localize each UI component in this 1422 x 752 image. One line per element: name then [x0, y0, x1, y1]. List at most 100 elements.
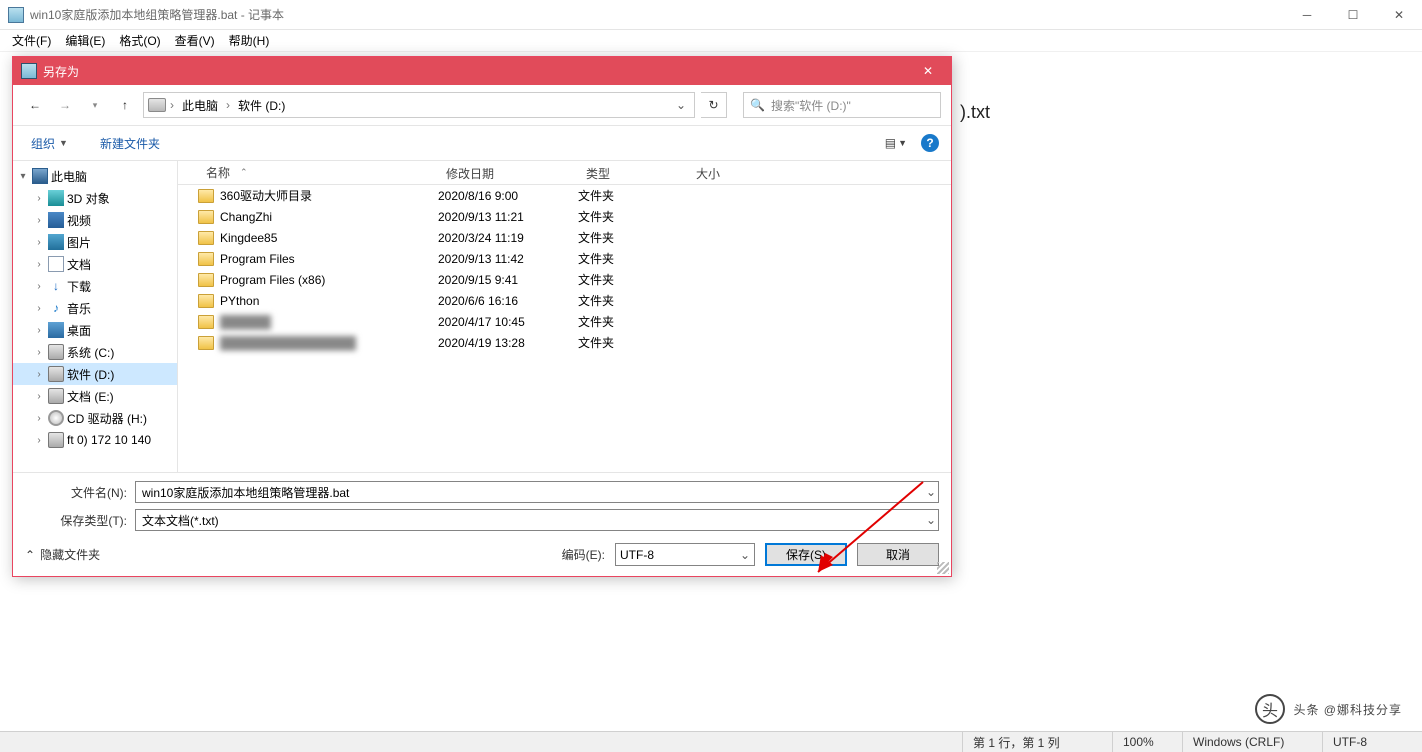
- tree-item[interactable]: › 图片: [13, 231, 177, 253]
- tree-item[interactable]: ›视频: [13, 209, 177, 231]
- file-type: 文件夹: [578, 187, 688, 204]
- mus-icon: ♪: [48, 300, 64, 316]
- file-row[interactable]: Program Files2020/9/13 11:42文件夹: [178, 248, 951, 269]
- tree-twist-icon[interactable]: ▾: [17, 171, 29, 182]
- breadcrumb-root[interactable]: 此电脑: [178, 95, 222, 116]
- chevron-down-icon[interactable]: ⌄: [740, 548, 750, 562]
- tree-twist-icon[interactable]: ›: [33, 435, 45, 446]
- tree-item[interactable]: ›ft 0) 172 10 140: [13, 429, 177, 451]
- notepad-menubar: 文件(F) 编辑(E) 格式(O) 查看(V) 帮助(H): [0, 30, 1422, 52]
- tree-item[interactable]: ▾ 此电脑: [13, 165, 177, 187]
- status-pos: 第 1 行，第 1 列: [962, 732, 1112, 752]
- col-size[interactable]: 大小: [688, 161, 768, 184]
- tree-item[interactable]: ›↓下载: [13, 275, 177, 297]
- organize-button[interactable]: 组织▼: [25, 132, 74, 155]
- tree-item[interactable]: ›CD 驱动器 (H:): [13, 407, 177, 429]
- search-input[interactable]: 🔍 搜索"软件 (D:)": [743, 92, 941, 118]
- folder-tree[interactable]: ▾此电脑›3D 对象›视频›图片›文档›↓下载›♪音乐›桌面›系统 (C:)›软…: [13, 161, 178, 472]
- menu-edit[interactable]: 编辑(E): [59, 30, 111, 51]
- doc-icon: [48, 256, 64, 272]
- file-row[interactable]: ████████████████2020/4/19 13:28文件夹: [178, 332, 951, 353]
- chevron-down-icon: ▼: [898, 138, 907, 148]
- tree-item[interactable]: ›软件 (D:): [13, 363, 177, 385]
- file-type: 文件夹: [578, 313, 688, 330]
- search-icon: 🔍: [750, 98, 765, 112]
- chevron-down-icon[interactable]: ⌄: [926, 485, 936, 499]
- help-button[interactable]: ?: [921, 134, 939, 152]
- tree-twist-icon[interactable]: ›: [33, 215, 45, 226]
- cancel-button[interactable]: 取消: [857, 543, 939, 566]
- tree-twist-icon[interactable]: ›: [33, 347, 45, 358]
- file-name: 360驱动大师目录: [220, 187, 312, 204]
- view-options-button[interactable]: ▤ ▼: [885, 136, 907, 150]
- col-type[interactable]: 类型: [578, 161, 688, 184]
- tree-item[interactable]: ›系统 (C:): [13, 341, 177, 363]
- chevron-down-icon[interactable]: ⌄: [926, 513, 936, 527]
- tree-item[interactable]: ›3D 对象: [13, 187, 177, 209]
- refresh-button[interactable]: ↻: [701, 92, 727, 118]
- file-row[interactable]: Program Files (x86)2020/9/15 9:41文件夹: [178, 269, 951, 290]
- file-type: 文件夹: [578, 334, 688, 351]
- file-row[interactable]: Kingdee852020/3/24 11:19文件夹: [178, 227, 951, 248]
- save-button[interactable]: 保存(S): [765, 543, 847, 566]
- tree-twist-icon[interactable]: ›: [33, 281, 45, 292]
- resize-grip[interactable]: [937, 562, 949, 574]
- file-date: 2020/9/13 11:21: [438, 210, 578, 224]
- menu-help[interactable]: 帮助(H): [223, 30, 276, 51]
- tree-item-label: 此电脑: [51, 168, 87, 185]
- file-name: PYthon: [220, 294, 259, 308]
- close-button[interactable]: ✕: [1376, 0, 1422, 30]
- chevron-right-icon: ›: [170, 98, 174, 112]
- tree-twist-icon[interactable]: ›: [33, 369, 45, 380]
- col-name[interactable]: 名称⌃: [178, 161, 438, 184]
- tree-item-label: 图片: [67, 234, 91, 251]
- folder-icon: [198, 231, 214, 245]
- file-row[interactable]: ChangZhi2020/9/13 11:21文件夹: [178, 206, 951, 227]
- tree-item[interactable]: ›桌面: [13, 319, 177, 341]
- hide-folders-toggle[interactable]: ⌃ 隐藏文件夹: [25, 546, 100, 563]
- menu-file[interactable]: 文件(F): [6, 30, 57, 51]
- address-dropdown-button[interactable]: ⌄: [672, 98, 690, 112]
- tree-twist-icon[interactable]: ›: [33, 325, 45, 336]
- file-row[interactable]: ██████2020/4/17 10:45文件夹: [178, 311, 951, 332]
- file-name: Program Files: [220, 252, 295, 266]
- file-row[interactable]: PYthon2020/6/6 16:16文件夹: [178, 290, 951, 311]
- filetype-select[interactable]: 文本文档(*.txt) ⌄: [135, 509, 939, 531]
- col-date[interactable]: 修改日期: [438, 161, 578, 184]
- tree-twist-icon[interactable]: ›: [33, 237, 45, 248]
- file-date: 2020/3/24 11:19: [438, 231, 578, 245]
- cube-icon: [48, 190, 64, 206]
- tree-twist-icon[interactable]: ›: [33, 391, 45, 402]
- encoding-label: 编码(E):: [562, 546, 605, 563]
- menu-view[interactable]: 查看(V): [169, 30, 221, 51]
- tree-twist-icon[interactable]: ›: [33, 259, 45, 270]
- status-enc: UTF-8: [1322, 732, 1422, 752]
- new-folder-button[interactable]: 新建文件夹: [94, 132, 166, 155]
- tree-item[interactable]: ›♪音乐: [13, 297, 177, 319]
- maximize-button[interactable]: ☐: [1330, 0, 1376, 30]
- menu-format[interactable]: 格式(O): [113, 30, 166, 51]
- breadcrumb-node[interactable]: 软件 (D:): [234, 95, 289, 116]
- tree-item[interactable]: ›文档: [13, 253, 177, 275]
- drv-icon: [48, 344, 64, 360]
- minimize-button[interactable]: ─: [1284, 0, 1330, 30]
- nav-up-button[interactable]: ↑: [113, 93, 137, 117]
- tree-twist-icon[interactable]: ›: [33, 193, 45, 204]
- nav-back-button[interactable]: ←: [23, 93, 47, 117]
- tree-item[interactable]: ›文档 (E:): [13, 385, 177, 407]
- pc-icon: [32, 168, 48, 184]
- filename-input[interactable]: win10家庭版添加本地组策略管理器.bat ⌄: [135, 481, 939, 503]
- encoding-select[interactable]: UTF-8 ⌄: [615, 543, 755, 566]
- nav-recent-button[interactable]: ▾: [83, 93, 107, 117]
- dl-icon: ↓: [48, 278, 64, 294]
- dialog-close-button[interactable]: ✕: [905, 57, 951, 85]
- file-date: 2020/8/16 9:00: [438, 189, 578, 203]
- file-type: 文件夹: [578, 229, 688, 246]
- notepad-title: win10家庭版添加本地组策略管理器.bat - 记事本: [30, 6, 284, 23]
- file-list[interactable]: 名称⌃ 修改日期 类型 大小 360驱动大师目录2020/8/16 9:00文件…: [178, 161, 951, 472]
- tree-twist-icon[interactable]: ›: [33, 303, 45, 314]
- address-bar[interactable]: › 此电脑 › 软件 (D:) ⌄: [143, 92, 695, 118]
- nav-forward-button[interactable]: →: [53, 93, 77, 117]
- tree-twist-icon[interactable]: ›: [33, 413, 45, 424]
- file-row[interactable]: 360驱动大师目录 2020/8/16 9:00文件夹: [178, 185, 951, 206]
